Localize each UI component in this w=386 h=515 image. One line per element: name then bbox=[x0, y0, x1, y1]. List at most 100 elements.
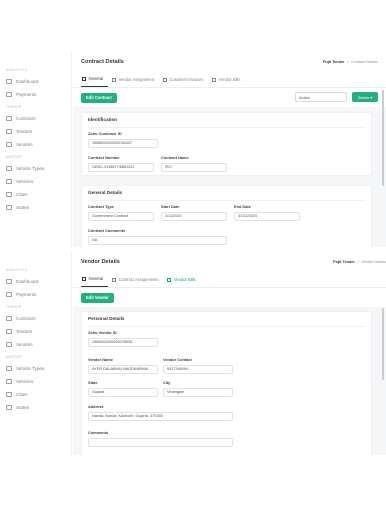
scrollbar[interactable] bbox=[381, 90, 384, 186]
customer-id-value: 1988632000000034437 bbox=[88, 138, 158, 148]
page-title: Vendor Details bbox=[81, 259, 120, 265]
comments-field: Comments bbox=[88, 430, 233, 447]
sidebar-item-vendors[interactable]: Vendors bbox=[0, 338, 71, 351]
status-button[interactable]: Status ▾ bbox=[352, 92, 378, 102]
tab-contract-assignments[interactable]: Contract Assignments bbox=[111, 277, 163, 287]
breadcrumb-separator: > bbox=[346, 60, 349, 64]
sidebar-item-tenders[interactable]: Tenders bbox=[0, 125, 71, 138]
general-tab-icon bbox=[82, 276, 86, 281]
contracts-icon bbox=[6, 316, 12, 321]
sidebar: ANALYTICS Dashboard Payments TENDER Cont… bbox=[0, 252, 72, 455]
status-filter: Active Status ▾ bbox=[295, 92, 378, 102]
main-content: Vendor Details Pujit Tender > Vendor Det… bbox=[73, 252, 386, 455]
sidebar-item-cities[interactable]: Cities bbox=[0, 388, 71, 401]
states-icon bbox=[6, 405, 12, 410]
state-value: Gujarat bbox=[88, 387, 158, 397]
payments-icon bbox=[6, 292, 12, 297]
tenders-icon bbox=[6, 329, 12, 334]
sidebar-section-master: MASTER bbox=[6, 355, 22, 359]
scrollbar[interactable] bbox=[381, 308, 384, 380]
sidebar-item-states[interactable]: States bbox=[0, 201, 71, 214]
sidebar-item-cities[interactable]: Cities bbox=[0, 188, 71, 201]
vehicles-icon bbox=[6, 179, 12, 184]
chevron-down-icon: ▾ bbox=[370, 94, 373, 100]
city-value: Viramgam bbox=[163, 387, 233, 397]
breadcrumb-parent[interactable]: Pujit Tender bbox=[333, 260, 355, 264]
bill-icon bbox=[167, 277, 172, 282]
customer-id-field: Zoho Customer ID 1988632000000034437 bbox=[88, 131, 158, 148]
truck-icon bbox=[112, 77, 117, 82]
sidebar-item-payments[interactable]: Payments bbox=[0, 88, 71, 101]
sidebar-item-contracts[interactable]: Contracts bbox=[0, 312, 71, 325]
general-tab-icon bbox=[82, 76, 86, 81]
contract-comments-value: NA bbox=[88, 235, 227, 245]
tab-vendor-bills[interactable]: Vendor Bills bbox=[211, 77, 245, 87]
end-date-value: 31/12/2024 bbox=[234, 211, 300, 221]
tab-customer-invoices[interactable]: Customer Invoices bbox=[162, 77, 208, 87]
sidebar-item-tenders[interactable]: Tenders bbox=[0, 325, 71, 338]
vendor-contact-field: Vendor Contact 9327346094 bbox=[163, 357, 233, 374]
sidebar-item-vehicles[interactable]: Vehicles bbox=[0, 175, 71, 188]
sidebar-item-vendors[interactable]: Vendors bbox=[0, 138, 71, 151]
address-value: Nanda, Nanda, Kachchh, Gujarat, 370165 bbox=[88, 411, 233, 421]
start-date-field: Start Date 1/11/2024 bbox=[161, 204, 227, 221]
general-details-title: General Details bbox=[88, 190, 365, 201]
personal-details-title: Personal Details bbox=[88, 316, 365, 327]
identification-card: Identification Zoho Customer ID 19886320… bbox=[81, 112, 372, 176]
city-field: City Viramgam bbox=[163, 380, 233, 397]
invoice-icon bbox=[162, 77, 167, 82]
sidebar-item-dashboard[interactable]: Dashboard bbox=[0, 275, 71, 288]
vehicle-types-icon bbox=[6, 366, 12, 371]
vehicles-icon bbox=[6, 379, 12, 384]
breadcrumb: Pujit Tender > Vendor Details bbox=[333, 260, 386, 264]
cities-icon bbox=[6, 392, 12, 397]
breadcrumb-current: Contract Details bbox=[350, 60, 378, 64]
edit-vendor-button[interactable]: Edit Vendor bbox=[81, 292, 114, 303]
contract-name-field: Contract Name ISO bbox=[161, 155, 227, 172]
contract-number-value: GENC-9118877/6881021 bbox=[88, 162, 154, 172]
contract-type-value: Government Contract bbox=[88, 211, 154, 221]
tenders-icon bbox=[6, 129, 12, 134]
dashboard-icon bbox=[6, 79, 12, 84]
vendors-icon bbox=[6, 142, 12, 147]
vendor-id-value: 1988632000000078635 bbox=[88, 337, 158, 347]
header: Vendor Details Pujit Tender > Vendor Det… bbox=[73, 252, 386, 272]
tab-vendor-bills[interactable]: Vendor Bills bbox=[166, 277, 200, 287]
tab-bar: General Contract Assignments Vendor Bill… bbox=[73, 272, 386, 288]
comments-value bbox=[88, 437, 233, 447]
tab-general[interactable]: General bbox=[81, 76, 109, 87]
cities-icon bbox=[6, 192, 12, 197]
sidebar-item-vehicle-types[interactable]: Vehicle Types bbox=[0, 362, 71, 375]
sidebar-section-tender: TENDER bbox=[6, 105, 22, 109]
vendor-details-screen: ANALYTICS Dashboard Payments TENDER Cont… bbox=[0, 252, 386, 455]
sidebar-item-vehicles[interactable]: Vehicles bbox=[0, 375, 71, 388]
sidebar-section-analytics: ANALYTICS bbox=[6, 68, 28, 72]
header: Contract Details Pujit Tender > Contract… bbox=[73, 52, 386, 72]
sidebar-item-dashboard[interactable]: Dashboard bbox=[0, 75, 71, 88]
states-icon bbox=[6, 205, 12, 210]
breadcrumb-separator: > bbox=[356, 260, 360, 264]
main-content: Contract Details Pujit Tender > Contract… bbox=[73, 52, 386, 247]
vendor-id-field: Zoho Vendor ID 1988632000000078635 bbox=[88, 330, 158, 347]
sidebar-item-contracts[interactable]: Contracts bbox=[0, 112, 71, 125]
breadcrumb-parent[interactable]: Pujit Tender bbox=[323, 60, 345, 64]
state-field: State Gujarat bbox=[88, 380, 158, 397]
page-title: Contract Details bbox=[81, 59, 124, 65]
contract-type-field: Contract Type Government Contract bbox=[88, 204, 154, 221]
sidebar-item-states[interactable]: States bbox=[0, 401, 71, 414]
truck-icon bbox=[112, 277, 117, 282]
status-select[interactable]: Active bbox=[295, 92, 347, 102]
breadcrumb-current: Vendor Details bbox=[361, 260, 386, 264]
tab-general[interactable]: General bbox=[81, 276, 109, 287]
vendor-contact-value: 9327346094 bbox=[163, 364, 233, 374]
vendor-name-value: AYER DALABHAI NAGDANBHAI bbox=[88, 364, 158, 374]
tab-vendor-assignment[interactable]: Vendor Assignment bbox=[111, 77, 159, 87]
tab-bar: General Vendor Assignment Customer Invoi… bbox=[73, 72, 386, 88]
sidebar-item-vehicle-types[interactable]: Vehicle Types bbox=[0, 162, 71, 175]
edit-contract-button[interactable]: Edit Contract bbox=[81, 92, 117, 103]
dashboard-icon bbox=[6, 279, 12, 284]
contract-comments-field: Contract Comments NA bbox=[88, 228, 227, 245]
contracts-icon bbox=[6, 116, 12, 121]
sidebar-item-payments[interactable]: Payments bbox=[0, 288, 71, 301]
identification-title: Identification bbox=[88, 117, 365, 128]
